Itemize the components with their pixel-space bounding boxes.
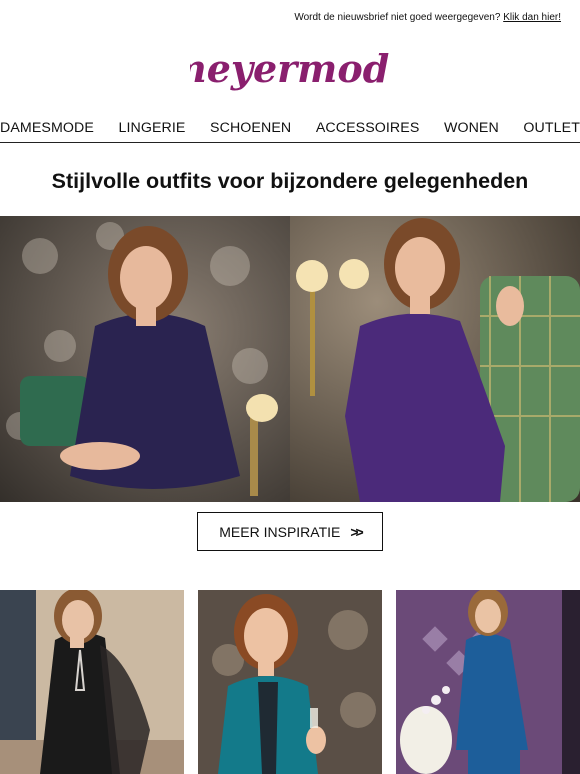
nav-divider bbox=[0, 142, 580, 143]
topbar-text: Wordt de nieuwsbrief niet goed weergegev… bbox=[294, 12, 501, 23]
product-image-blue-outfit[interactable] bbox=[396, 590, 580, 774]
main-navigation: DAMESMODE LINGERIE SCHOENEN ACCESSOIRES … bbox=[0, 114, 580, 142]
brand-logo[interactable]: meyermode bbox=[0, 40, 580, 106]
cta-label: MEER INSPIRATIE bbox=[219, 523, 341, 540]
more-inspiration-button[interactable]: MEER INSPIRATIE >> bbox=[197, 512, 383, 551]
view-online-link[interactable]: Klik dan hier! bbox=[503, 12, 561, 23]
product-image-black-outfit[interactable] bbox=[0, 590, 184, 774]
nav-item-schoenen[interactable]: SCHOENEN bbox=[210, 120, 291, 136]
hero-image-left[interactable] bbox=[0, 216, 290, 502]
double-chevron-right-icon: >> bbox=[350, 523, 363, 540]
hero-image-right[interactable] bbox=[290, 216, 580, 502]
product-row bbox=[0, 590, 580, 774]
nav-item-lingerie[interactable]: LINGERIE bbox=[118, 120, 185, 136]
nav-item-accessoires[interactable]: ACCESSOIRES bbox=[316, 120, 420, 136]
hero-banner[interactable] bbox=[0, 216, 580, 502]
nav-item-outlet[interactable]: OUTLET bbox=[523, 120, 580, 136]
logo-wordmark: meyermode bbox=[190, 46, 390, 91]
page-headline: Stijlvolle outfits voor bijzondere geleg… bbox=[51, 169, 529, 193]
nav-item-wonen[interactable]: WONEN bbox=[444, 120, 499, 136]
topbar: Wordt de nieuwsbrief niet goed weergegev… bbox=[294, 12, 561, 23]
nav-item-damesmode[interactable]: DAMESMODE bbox=[0, 120, 94, 136]
product-image-teal-jacket[interactable] bbox=[198, 590, 382, 774]
logo-image: meyermode bbox=[190, 46, 390, 91]
